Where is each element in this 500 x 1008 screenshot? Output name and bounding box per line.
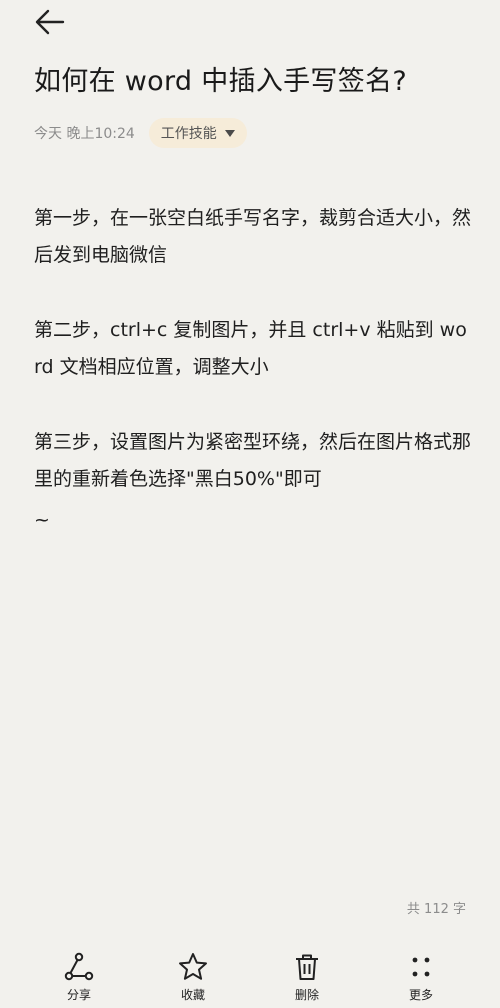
favorite-label: 收藏 <box>180 988 205 1002</box>
bottom-toolbar: 分享 收藏 删除 更多 <box>0 950 500 1008</box>
more-button[interactable]: 更多 <box>381 950 461 1008</box>
note-title: 如何在 word 中插入手写签名? <box>34 66 407 97</box>
share-label: 分享 <box>66 988 91 1002</box>
category-label: 工作技能 <box>160 126 217 142</box>
note-time: 今天 晚上10:24 <box>34 126 135 142</box>
favorite-button[interactable]: 收藏 <box>153 950 233 1008</box>
category-dropdown[interactable]: 工作技能 <box>148 118 247 148</box>
more-label: 更多 <box>408 988 433 1002</box>
delete-button[interactable]: 删除 <box>267 950 347 1008</box>
paragraph: 第二步，ctrl+c 复制图片，并且 ctrl+v 粘贴到 word 文档相应位… <box>34 319 467 378</box>
arrow-left-icon <box>35 9 65 35</box>
share-icon <box>62 950 96 984</box>
paragraph-tail: ~ <box>34 509 50 531</box>
trash-icon <box>290 950 324 984</box>
star-icon <box>176 950 210 984</box>
delete-label: 删除 <box>294 988 319 1002</box>
note-body[interactable]: 第一步，在一张空白纸手写名字，裁剪合适大小，然后发到电脑微信 第二步，ctrl+… <box>34 200 474 577</box>
caret-down-icon <box>224 129 235 137</box>
word-count: 共 112 字 <box>406 902 466 917</box>
paragraph: 第一步，在一张空白纸手写名字，裁剪合适大小，然后发到电脑微信 <box>34 207 472 266</box>
more-dots-icon <box>404 950 438 984</box>
back-button[interactable] <box>30 4 70 40</box>
share-button[interactable]: 分享 <box>39 950 119 1008</box>
note-meta: 今天 晚上10:24 工作技能 <box>34 118 247 148</box>
paragraph: 第三步，设置图片为紧密型环绕，然后在图片格式那里的重新着色选择"黑白50%"即可 <box>34 431 472 490</box>
